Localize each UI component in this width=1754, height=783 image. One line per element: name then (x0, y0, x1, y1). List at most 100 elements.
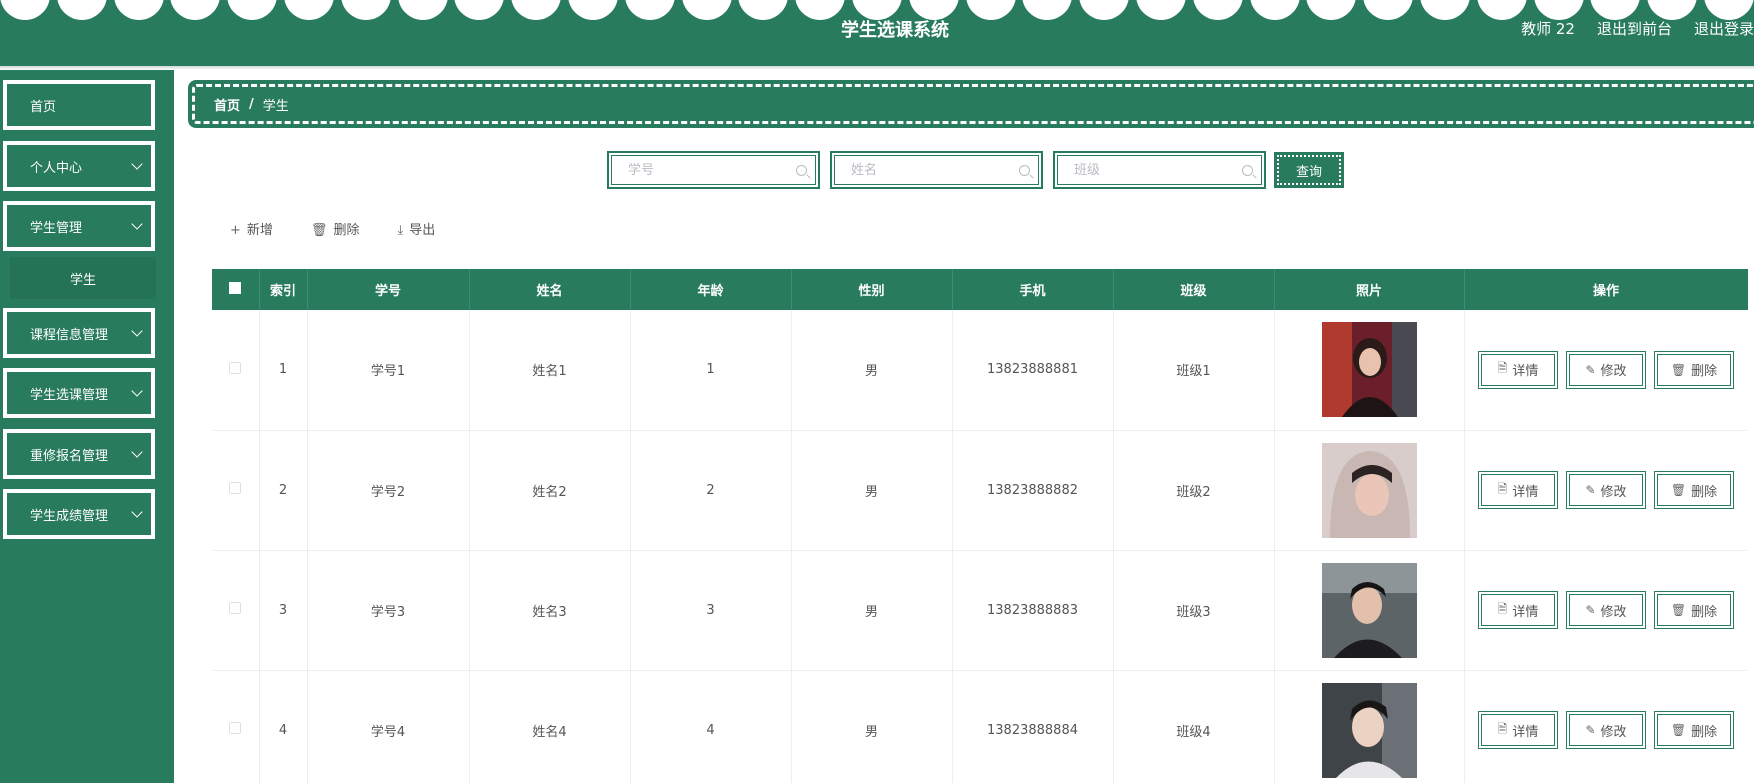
table-row: 1 学号1 姓名1 1 男 13823888881 班级1 🗎 详情 ✎ 修改 🗑 删… (212, 310, 1748, 431)
row-checkbox[interactable] (229, 482, 242, 494)
sidebar-item-course-selection-management[interactable]: 学生选课管理 (3, 368, 155, 418)
cell-class: 班级3 (1113, 550, 1275, 671)
sidebar-subitem-student[interactable]: 学生 (10, 257, 156, 299)
export-button[interactable]: ⤓ 导出 (397, 219, 435, 238)
select-all-column (212, 269, 260, 310)
sidebar-item-label: 重修报名管理 (30, 448, 109, 464)
chevron-down-icon (131, 218, 143, 230)
row-checkbox[interactable] (229, 361, 242, 374)
table-row: 3 学号3 姓名3 3 男 13823888883 班级3 🗎 详情 ✎ 修改 🗑 删… (212, 550, 1748, 671)
cell-phone: 13823888882 (952, 430, 1114, 551)
sidebar-item-home[interactable]: 首页 (3, 80, 155, 130)
sidebar-item-label: 首页 (30, 99, 57, 115)
column-header-phone: 手机 (952, 269, 1114, 310)
sidebar-item-course-info-management[interactable]: 课程信息管理 (3, 308, 155, 358)
edit-button[interactable]: ✎ 修改 (1566, 350, 1646, 389)
sidebar-item-label: 学生成绩管理 (30, 508, 109, 524)
cell-age: 4 (630, 670, 792, 783)
class-search-box (1053, 151, 1266, 189)
sidebar-item-retake-registration-management[interactable]: 重修报名管理 (3, 429, 155, 479)
student-photo[interactable] (1321, 322, 1417, 418)
cell-phone: 13823888883 (952, 550, 1114, 671)
cell-class: 班级4 (1113, 670, 1275, 783)
document-icon: 🗎 (1497, 481, 1508, 496)
top-header: 学生选课系统 教师 22 退出到前台 退出登录 (0, 0, 1754, 66)
student-photo[interactable] (1321, 682, 1417, 778)
detail-button[interactable]: 🗎 详情 (1478, 711, 1558, 749)
logout-link[interactable]: 退出登录 (1694, 18, 1754, 39)
edit-button-label: 修改 (1600, 484, 1627, 500)
add-button[interactable]: + 新增 (230, 219, 273, 238)
detail-button[interactable]: 🗎 详情 (1478, 350, 1558, 389)
add-button-label: 新增 (246, 223, 273, 238)
row-actions: 🗎 详情 ✎ 修改 🗑 删除 (1465, 711, 1748, 749)
sidebar-item-personal-center[interactable]: 个人中心 (3, 141, 155, 191)
row-checkbox[interactable] (229, 602, 242, 614)
edit-button[interactable]: ✎ 修改 (1566, 471, 1646, 509)
cell-name: 姓名4 (469, 670, 631, 783)
pencil-icon: ✎ (1585, 723, 1596, 737)
breadcrumb-home-link[interactable]: 首页 (214, 95, 240, 114)
edit-button[interactable]: ✎ 修改 (1566, 591, 1646, 629)
delete-button-label: 删除 (1691, 604, 1718, 620)
breadcrumb-separator: / (249, 96, 254, 112)
cell-index: 1 (259, 310, 308, 431)
name-input[interactable] (835, 156, 1038, 184)
document-icon: 🗎 (1497, 721, 1508, 736)
class-input[interactable] (1058, 156, 1261, 184)
cell-name: 姓名3 (469, 550, 631, 671)
delete-button[interactable]: 🗑 删除 (1654, 591, 1734, 629)
cell-class: 班级1 (1113, 310, 1275, 431)
delete-button[interactable]: 🗑 删除 (1654, 711, 1734, 749)
sidebar-item-label: 个人中心 (30, 160, 83, 176)
cell-index: 3 (259, 550, 308, 671)
cell-class: 班级2 (1113, 430, 1275, 551)
delete-button[interactable]: 🗑 删除 (1654, 471, 1734, 509)
header-user-menu: 教师 22 退出到前台 退出登录 (1521, 18, 1754, 39)
row-actions: 🗎 详情 ✎ 修改 🗑 删除 (1465, 471, 1748, 509)
cell-student-no: 学号4 (307, 670, 470, 783)
chevron-down-icon (131, 446, 143, 458)
select-all-checkbox[interactable] (229, 281, 242, 294)
student-photo[interactable] (1321, 562, 1417, 658)
column-header-student-no: 学号 (307, 269, 470, 310)
sidebar-item-label: 学生 (69, 272, 96, 288)
batch-delete-button[interactable]: 🗑 删除 (311, 219, 360, 238)
cell-name: 姓名1 (469, 310, 631, 431)
export-button-label: 导出 (409, 223, 436, 238)
detail-button[interactable]: 🗎 详情 (1478, 591, 1558, 629)
sidebar-item-grade-management[interactable]: 学生成绩管理 (3, 489, 155, 539)
app-title: 学生选课系统 (841, 20, 949, 41)
sidebar-item-student-management[interactable]: 学生管理 (3, 201, 155, 251)
cell-age: 2 (630, 430, 792, 551)
header-shadow (0, 66, 1754, 70)
cell-gender: 男 (791, 430, 953, 551)
chevron-down-icon (131, 385, 143, 397)
student-no-input[interactable] (612, 156, 815, 184)
student-photo[interactable] (1321, 442, 1417, 538)
sidebar-item-label: 课程信息管理 (30, 327, 109, 343)
detail-button-label: 详情 (1512, 724, 1539, 740)
cell-index: 4 (259, 670, 308, 783)
table-header-row: 索引 学号 姓名 年龄 性别 手机 班级 照片 操作 (212, 269, 1748, 310)
cell-phone: 13823888884 (952, 670, 1114, 783)
sidebar: 首页 个人中心 学生管理 学生 课程信息管理 学生选课管理 重修报名管理 学生成… (0, 70, 174, 783)
pencil-icon: ✎ (1585, 603, 1596, 617)
detail-button[interactable]: 🗎 详情 (1478, 471, 1558, 509)
column-header-photo: 照片 (1274, 269, 1465, 310)
detail-button-label: 详情 (1512, 484, 1539, 500)
row-checkbox[interactable] (229, 722, 242, 734)
cell-student-no: 学号3 (307, 550, 470, 671)
cell-phone: 13823888881 (952, 310, 1114, 431)
row-actions: 🗎 详情 ✎ 修改 🗑 删除 (1465, 350, 1748, 389)
query-button[interactable]: 查询 (1274, 152, 1344, 188)
trash-icon: 🗑 (310, 223, 328, 238)
cell-index: 2 (259, 430, 308, 551)
trash-icon: 🗑 (1670, 723, 1687, 737)
cell-name: 姓名2 (469, 430, 631, 551)
delete-button[interactable]: 🗑 删除 (1654, 350, 1734, 389)
edit-button[interactable]: ✎ 修改 (1566, 711, 1646, 749)
exit-to-front-link[interactable]: 退出到前台 (1597, 18, 1672, 39)
download-icon: ⤓ (397, 223, 404, 238)
edit-button-label: 修改 (1600, 724, 1627, 740)
